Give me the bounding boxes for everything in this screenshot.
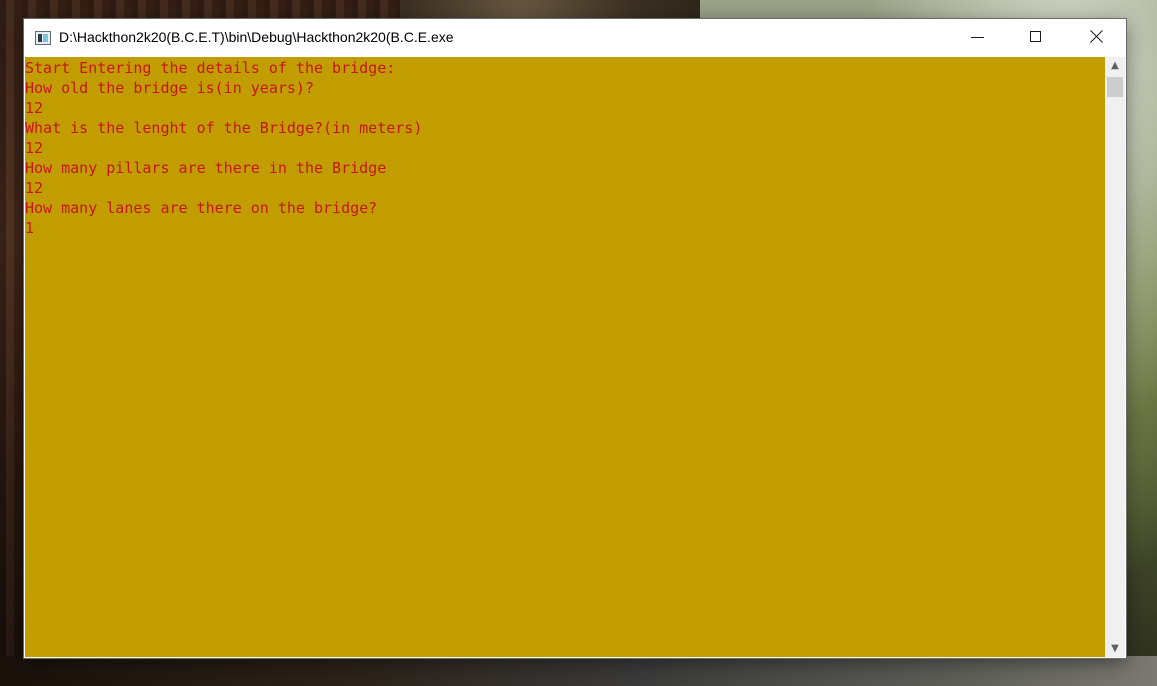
- console-app-icon[interactable]: [35, 31, 51, 45]
- maximize-icon: [1030, 31, 1041, 42]
- title-bar[interactable]: D:\Hackthon2k20(B.C.E.T)\bin\Debug\Hackt…: [24, 19, 1126, 57]
- console-line: 1: [25, 219, 35, 237]
- console-line: 12: [25, 139, 44, 157]
- console-line: Start Entering the details of the bridge…: [25, 59, 396, 77]
- scroll-down-button[interactable]: ▼: [1105, 640, 1125, 657]
- console-window[interactable]: D:\Hackthon2k20(B.C.E.T)\bin\Debug\Hackt…: [24, 19, 1126, 658]
- maximize-button[interactable]: [1007, 19, 1065, 57]
- console-line: How many lanes are there on the bridge?: [25, 199, 378, 217]
- console-line: 12: [25, 99, 44, 117]
- console-line: How old the bridge is(in years)?: [25, 79, 314, 97]
- close-button[interactable]: [1065, 19, 1126, 57]
- console-output-area[interactable]: Start Entering the details of the bridge…: [25, 57, 1105, 657]
- minimize-button[interactable]: [949, 19, 1007, 57]
- wallpaper-bottom-strip: [0, 656, 1157, 686]
- window-title: D:\Hackthon2k20(B.C.E.T)\bin\Debug\Hackt…: [59, 29, 454, 45]
- console-line: 12: [25, 179, 44, 197]
- vertical-scrollbar[interactable]: ▲ ▼: [1105, 57, 1125, 657]
- minimize-icon: [971, 37, 984, 38]
- scrollbar-thumb[interactable]: [1107, 77, 1123, 97]
- console-line: How many pillars are there in the Bridge: [25, 159, 387, 177]
- console-lines: Start Entering the details of the bridge…: [25, 58, 422, 238]
- close-icon: [1089, 30, 1103, 44]
- chevron-down-icon: ▼: [1111, 643, 1119, 654]
- chevron-up-icon: ▲: [1111, 60, 1119, 71]
- scroll-up-button[interactable]: ▲: [1105, 57, 1125, 74]
- console-line: What is the lenght of the Bridge?(in met…: [25, 119, 423, 137]
